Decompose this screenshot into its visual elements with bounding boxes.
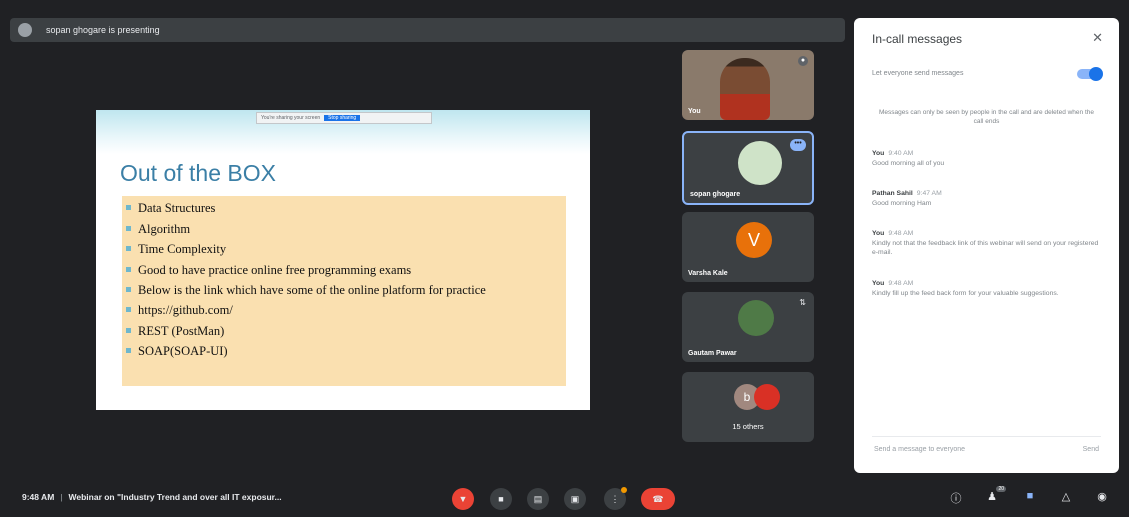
pin-icon[interactable]: ⇅ xyxy=(799,298,806,307)
mic-off-icon: ▼ xyxy=(458,494,468,504)
message-sender: Pathan Sahil xyxy=(872,190,913,197)
chat-message: You 9:48 AM Kindly not that the feedback … xyxy=(872,230,1102,257)
slide-bullet-list: Data Structures Algorithm Time Complexit… xyxy=(122,196,566,362)
chat-message: You 9:48 AM Kindly fill up the feed back … xyxy=(872,280,1102,298)
slide-bullet: Algorithm xyxy=(126,219,566,240)
close-icon[interactable]: ✕ xyxy=(1092,30,1103,46)
captions-button[interactable]: ▤ xyxy=(527,488,549,510)
sharing-notice: You're sharing your screen Stop sharing xyxy=(256,112,432,124)
avatar: V xyxy=(736,222,772,258)
slide-bullet: SOAP(SOAP-UI) xyxy=(126,341,566,362)
more-options-icon[interactable]: ••• xyxy=(790,139,806,151)
participant-name: Varsha Kale xyxy=(688,270,728,277)
message-time: 9:48 AM xyxy=(888,230,914,237)
avatar xyxy=(738,300,774,336)
participant-name: sopan ghogare xyxy=(690,191,741,198)
present-button[interactable]: ▣ xyxy=(564,488,586,510)
message-sender: You xyxy=(872,150,885,157)
message-time: 9:48 AM xyxy=(888,280,914,287)
slide-bullet: Good to have practice online free progra… xyxy=(126,260,566,281)
message-text: Good morning Ham xyxy=(872,200,932,207)
send-button[interactable]: Send xyxy=(1083,446,1099,453)
message-sender: You xyxy=(872,230,885,237)
participant-name: You xyxy=(688,108,701,115)
presenter-banner: sopan ghogare is presenting xyxy=(10,18,845,42)
send-messages-toggle[interactable] xyxy=(1077,67,1103,81)
camera-button[interactable]: ■ xyxy=(490,488,512,510)
presenter-text: sopan ghogare is presenting xyxy=(46,25,160,35)
end-call-icon: ☎ xyxy=(652,494,664,504)
stop-sharing-button[interactable]: Stop sharing xyxy=(324,115,361,121)
participant-tile-you[interactable]: ● You xyxy=(682,50,814,120)
slide-bullet: Data Structures xyxy=(126,198,566,219)
participant-tile-others[interactable]: b 15 others xyxy=(682,372,814,442)
meeting-details-icon[interactable]: ⓘ xyxy=(948,490,964,506)
microphone-button[interactable]: ▼ xyxy=(452,488,474,510)
more-vert-icon: ⋮ xyxy=(610,494,620,504)
message-time: 9:47 AM xyxy=(916,190,942,197)
meeting-info: 9:48 AM | Webinar on "Industry Trend and o… xyxy=(22,492,282,502)
chat-icon[interactable]: ■ xyxy=(1022,490,1038,502)
participant-tile-sopan[interactable]: ••• sopan ghogare xyxy=(682,131,814,205)
message-input[interactable]: Send a message to everyone xyxy=(874,446,965,453)
avatar xyxy=(754,384,780,410)
shared-slide: You're sharing your screen Stop sharing … xyxy=(96,110,590,410)
chat-message: Pathan Sahil 9:47 AM Good morning Ham xyxy=(872,190,1102,208)
notification-dot xyxy=(621,487,627,493)
message-text: Good morning all of you xyxy=(872,160,945,167)
in-call-messages-panel: In-call messages ✕ Let everyone send mes… xyxy=(854,18,1119,473)
captions-icon: ▤ xyxy=(533,494,543,504)
participant-tile-varsha[interactable]: V Varsha Kale xyxy=(682,212,814,282)
message-text: Kindly fill up the feed back form for yo… xyxy=(872,290,1059,297)
message-sender: You xyxy=(872,280,885,287)
participant-video xyxy=(720,58,770,120)
present-screen-icon: ▣ xyxy=(570,494,580,504)
message-text: Kindly not that the feedback link of thi… xyxy=(872,240,1099,256)
messages-note: Messages can only be seen by people in t… xyxy=(878,109,1094,125)
host-controls-icon[interactable]: ◉ xyxy=(1094,490,1110,503)
sharing-notice-text: You're sharing your screen xyxy=(261,115,321,121)
slide-title: Out of the BOX xyxy=(120,160,276,186)
others-count: 15 others xyxy=(732,422,764,431)
more-options-button[interactable]: ⋮ xyxy=(604,487,627,510)
clock: 9:48 AM xyxy=(22,492,55,502)
slide-bullet: https://github.com/ xyxy=(126,300,566,321)
camera-icon: ■ xyxy=(498,494,504,504)
slide-bullet: Below is the link which have some of the… xyxy=(126,280,566,300)
meeting-title: Webinar on "Industry Trend and over all … xyxy=(68,492,282,502)
slide-bullet: REST (PostMan) xyxy=(126,321,566,342)
slide-content-box: Data Structures Algorithm Time Complexit… xyxy=(122,196,566,386)
participant-name: Gautam Pawar xyxy=(688,350,737,357)
avatar xyxy=(738,141,782,185)
end-call-button[interactable]: ☎ xyxy=(641,488,675,510)
toggle-label: Let everyone send messages xyxy=(872,70,964,77)
chat-message: You 9:40 AM Good morning all of you xyxy=(872,150,1102,168)
people-icon[interactable]: ♟ 20 xyxy=(984,486,1006,503)
mic-icon: ● xyxy=(798,56,808,66)
people-count-badge: 20 xyxy=(996,486,1006,492)
panel-title: In-call messages xyxy=(872,32,963,46)
activities-icon[interactable]: △ xyxy=(1058,490,1074,503)
message-time: 9:40 AM xyxy=(888,150,914,157)
participant-tile-gautam[interactable]: ⇅ Gautam Pawar xyxy=(682,292,814,362)
bottom-toolbar: 9:48 AM | Webinar on "Industry Trend and o… xyxy=(0,480,1129,517)
presenter-avatar xyxy=(18,23,32,37)
slide-bullet: Time Complexity xyxy=(126,239,566,260)
